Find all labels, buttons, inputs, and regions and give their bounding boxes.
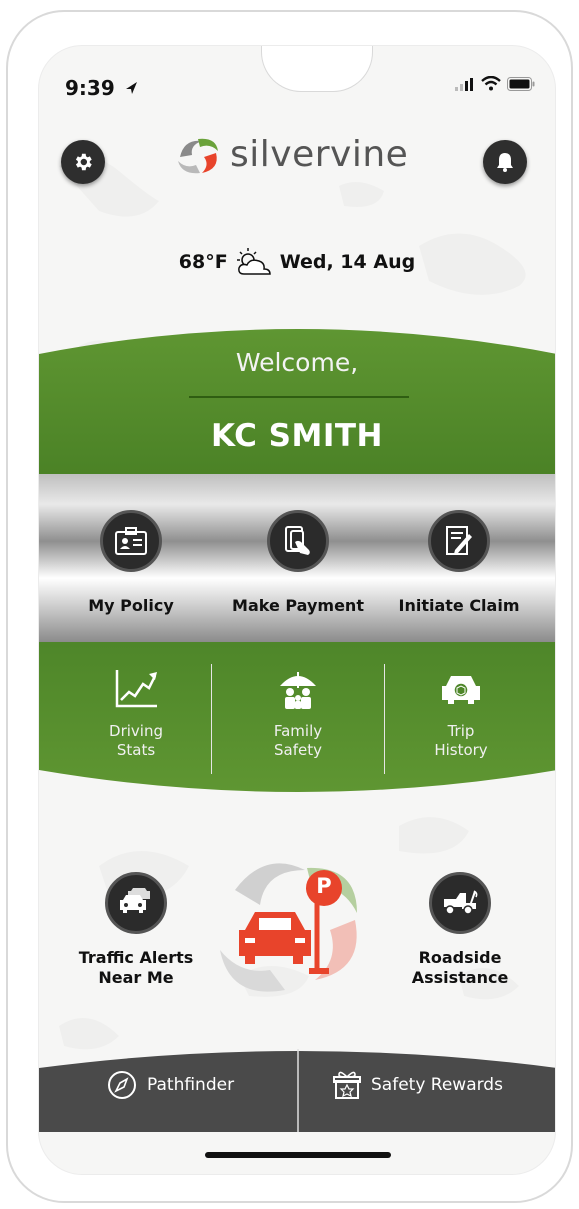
traffic-alerts-line1: Traffic Alerts — [78, 948, 194, 967]
gear-icon — [75, 153, 92, 171]
feature-separator — [211, 664, 212, 774]
parking-illustration[interactable]: P — [215, 850, 375, 1000]
notifications-button[interactable] — [483, 140, 527, 184]
partly-cloudy-icon — [236, 248, 271, 275]
card-payment-icon — [267, 510, 329, 572]
line-chart-icon — [115, 670, 157, 708]
pathfinder-label: Pathfinder — [147, 1075, 235, 1095]
bell-icon — [497, 153, 513, 172]
my-policy-button[interactable]: My Policy — [61, 510, 201, 615]
id-card-icon — [100, 510, 162, 572]
pathfinder-button[interactable]: Pathfinder — [107, 1070, 234, 1100]
temperature: 68°F — [178, 251, 228, 273]
roadside-assistance-button[interactable]: Roadside Assistance — [390, 872, 530, 988]
signal-icon — [455, 77, 473, 91]
traffic-alerts-button[interactable]: Traffic Alerts Near Me — [66, 872, 206, 988]
car-parking-icon — [220, 863, 357, 992]
roadside-line2: Assistance — [411, 968, 509, 987]
roadside-line1: Roadside — [418, 948, 502, 967]
trip-history-button[interactable]: Trip History — [391, 668, 531, 760]
safety-rewards-label: Safety Rewards — [371, 1075, 503, 1095]
family-umbrella-icon — [280, 672, 316, 709]
driving-stats-line1: Driving — [109, 722, 163, 740]
family-safety-line1: Family — [273, 722, 323, 740]
family-safety-button[interactable]: Family Safety — [228, 668, 368, 760]
gift-icon — [333, 1071, 361, 1099]
tow-truck-icon — [429, 872, 491, 934]
welcome-divider — [189, 396, 409, 398]
family-safety-line2: Safety — [274, 741, 322, 759]
claim-form-icon — [428, 510, 490, 572]
driving-stats-line2: Stats — [116, 741, 156, 759]
initiate-claim-label: Initiate Claim — [398, 596, 520, 615]
logo-swirl-icon — [178, 138, 218, 173]
status-icons — [455, 76, 535, 91]
initiate-claim-button[interactable]: Initiate Claim — [389, 510, 529, 615]
my-policy-label: My Policy — [88, 596, 174, 615]
settings-button[interactable] — [61, 140, 105, 184]
trip-history-line2: History — [434, 741, 488, 759]
parking-badge: P — [316, 874, 332, 898]
make-payment-label: Make Payment — [232, 596, 364, 615]
user-name: KC SMITH — [211, 418, 383, 454]
logo-text: silvervine — [230, 134, 409, 175]
location-arrow-icon — [125, 82, 137, 94]
compass-icon — [108, 1071, 136, 1099]
date: Wed, 14 Aug — [279, 251, 416, 273]
app-screen: 9:39 silvervine 68°F Wed, 14 Aug Welcome… — [38, 45, 556, 1175]
home-indicator[interactable] — [205, 1152, 391, 1158]
driving-stats-button[interactable]: Driving Stats — [66, 668, 206, 760]
traffic-cars-icon — [105, 872, 167, 934]
battery-icon — [507, 76, 535, 91]
trip-history-line1: Trip — [447, 722, 475, 740]
wifi-icon — [481, 76, 501, 91]
car-map-icon — [442, 676, 480, 704]
welcome-greeting: Welcome, — [235, 348, 359, 377]
status-time: 9:39 — [65, 76, 138, 100]
silvervine-logo: silvervine — [174, 134, 408, 175]
feature-separator — [384, 664, 385, 774]
traffic-alerts-line2: Near Me — [98, 968, 174, 987]
safety-rewards-button[interactable]: Safety Rewards — [333, 1070, 503, 1100]
make-payment-button[interactable]: Make Payment — [228, 510, 368, 615]
weather-widget: 68°F Wed, 14 Aug — [39, 246, 555, 278]
